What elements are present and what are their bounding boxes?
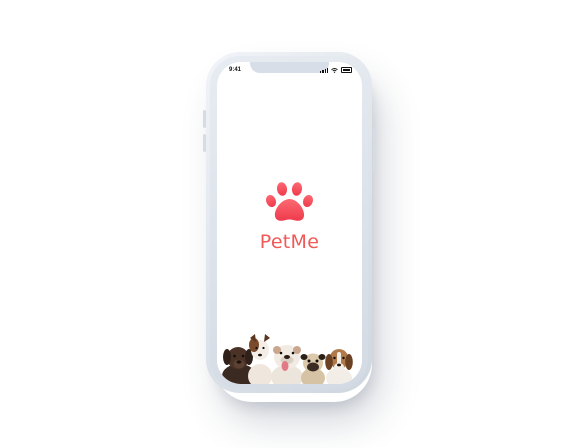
status-time: 9:41: [229, 67, 242, 73]
dogs-group-icon: [222, 334, 353, 384]
volume-button: [203, 110, 206, 128]
phone-notch: [250, 62, 329, 73]
volume-button: [203, 134, 206, 152]
status-icons: [320, 67, 352, 73]
side-button: [373, 128, 376, 172]
dog-pug: [300, 353, 326, 384]
signal-icon: [320, 67, 328, 73]
battery-icon: [341, 67, 352, 73]
dog-bulldog: [271, 345, 303, 384]
phone-screen: 9:41 PetMe: [217, 62, 362, 384]
paw-icon: [265, 182, 314, 221]
dog-beagle: [325, 349, 353, 384]
wifi-icon: [331, 67, 338, 73]
app-name: PetMe: [259, 231, 320, 253]
